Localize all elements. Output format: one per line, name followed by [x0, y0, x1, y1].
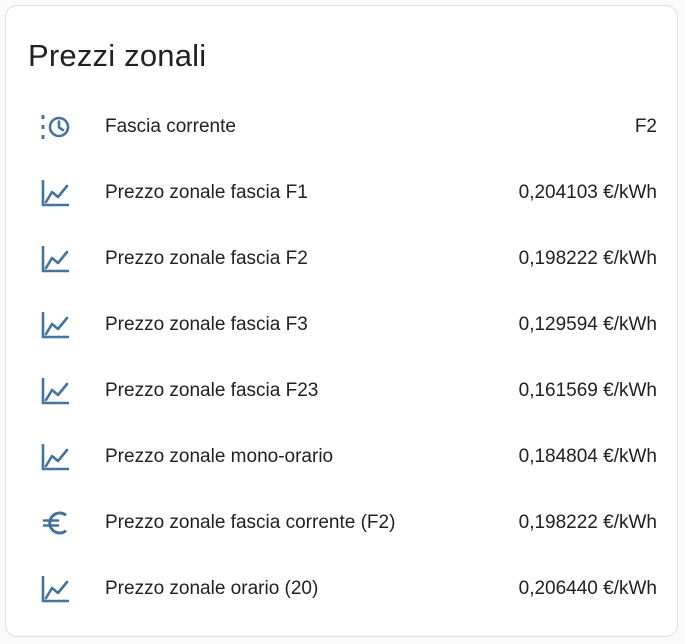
entity-label: Prezzo zonale fascia F1 — [105, 182, 308, 203]
entity-label: Fascia corrente — [105, 116, 236, 137]
entity-label: Prezzo zonale fascia corrente (F2) — [105, 512, 396, 533]
chart-line-icon — [38, 178, 74, 208]
entity-list: Fascia corrente F2 Prezzo zonale fascia … — [6, 93, 677, 621]
entity-state: 0,206440 €/kWh — [518, 578, 657, 599]
chart-line-icon — [38, 442, 74, 472]
entity-row-fascia-corrente[interactable]: Fascia corrente F2 — [6, 93, 677, 159]
entity-state: 0,129594 €/kWh — [518, 314, 657, 335]
entity-row-prezzo-fascia-corrente[interactable]: Prezzo zonale fascia corrente (F2) 0,198… — [6, 489, 677, 555]
entity-row-prezzo-f3[interactable]: Prezzo zonale fascia F3 0,129594 €/kWh — [6, 291, 677, 357]
entity-label: Prezzo zonale mono-orario — [105, 446, 334, 467]
entity-row-prezzo-f23[interactable]: Prezzo zonale fascia F23 0,161569 €/kWh — [6, 357, 677, 423]
euro-icon — [38, 508, 74, 538]
entity-label: Prezzo zonale fascia F23 — [105, 380, 319, 401]
clock-schedule-icon — [38, 112, 74, 142]
entity-state: 0,204103 €/kWh — [518, 182, 657, 203]
entity-state: 0,198222 €/kWh — [518, 248, 657, 269]
chart-line-icon — [38, 244, 74, 274]
chart-line-icon — [38, 376, 74, 406]
entity-label: Prezzo zonale fascia F3 — [105, 314, 308, 335]
entity-state: 0,184804 €/kWh — [518, 446, 657, 467]
entity-state: 0,198222 €/kWh — [518, 512, 657, 533]
card-title: Prezzi zonali — [28, 38, 207, 73]
entity-row-prezzo-orario[interactable]: Prezzo zonale orario (20) 0,206440 €/kWh — [6, 555, 677, 621]
entity-label: Prezzo zonale orario (20) — [105, 578, 319, 599]
entity-row-prezzo-f2[interactable]: Prezzo zonale fascia F2 0,198222 €/kWh — [6, 225, 677, 291]
entity-state: 0,161569 €/kWh — [518, 380, 657, 401]
chart-line-icon — [38, 310, 74, 340]
entity-label: Prezzo zonale fascia F2 — [105, 248, 308, 269]
prezzi-zonali-card: Prezzi zonali Fascia corrente F2 Prezzo … — [5, 5, 678, 637]
entity-row-prezzo-f1[interactable]: Prezzo zonale fascia F1 0,204103 €/kWh — [6, 159, 677, 225]
entity-row-prezzo-mono-orario[interactable]: Prezzo zonale mono-orario 0,184804 €/kWh — [6, 423, 677, 489]
entity-state: F2 — [634, 116, 657, 137]
chart-line-icon — [38, 574, 74, 604]
